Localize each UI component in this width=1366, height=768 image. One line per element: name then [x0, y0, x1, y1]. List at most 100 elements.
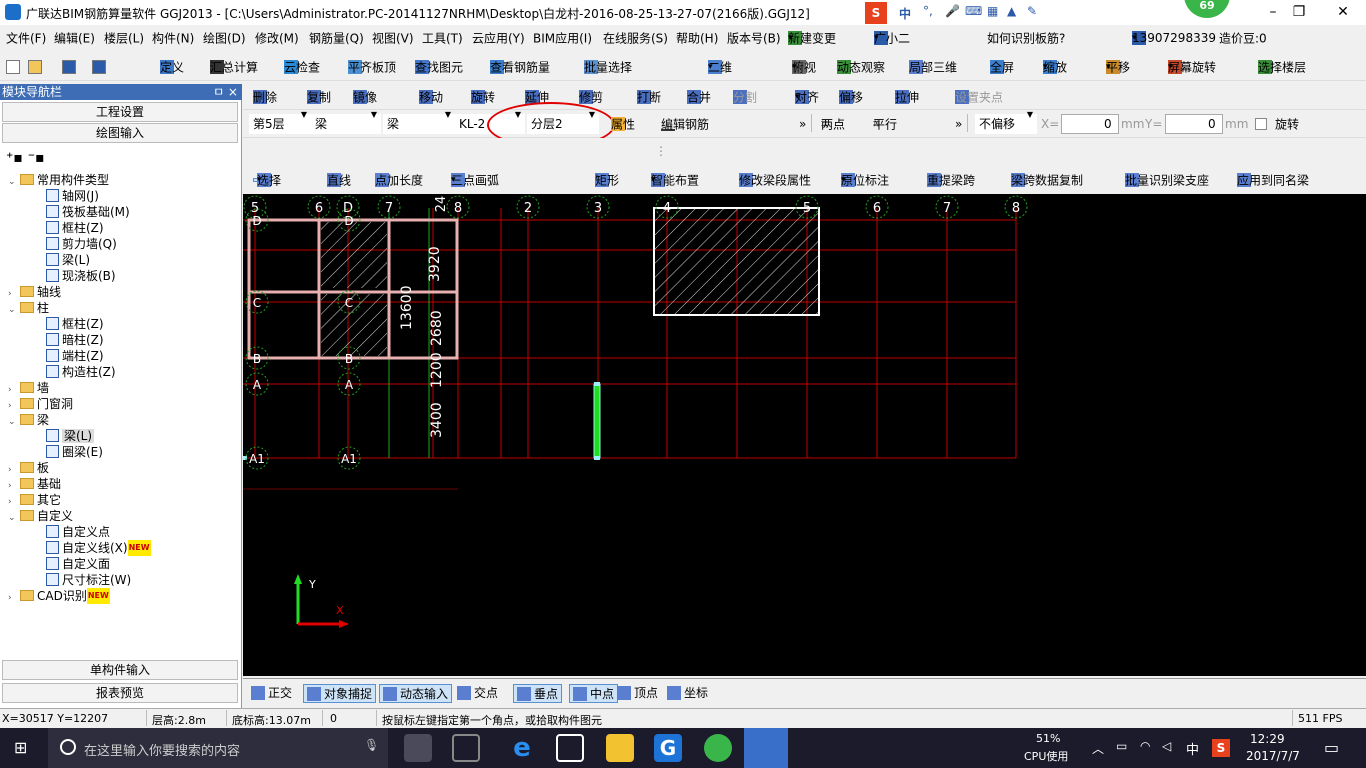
tree-node[interactable]: 框柱(Z) — [46, 316, 104, 332]
drawing-canvas[interactable]: 5 6 D 7 8 2 3 4 5 6 7 8 24 D D C C B B A A A1 A1 3920 13600 268… — [243, 194, 1366, 676]
tree-toggle-icon[interactable]: ⌄ — [8, 174, 20, 190]
type-select[interactable]: 梁 ▼ — [383, 110, 455, 134]
tool-cloud-check-label: 云检查 — [284, 60, 321, 74]
more-arrow-icon[interactable]: » — [799, 117, 806, 131]
expand-all-icon[interactable]: ⁺▪ ⁻▪ — [6, 150, 45, 166]
close-button[interactable]: ✕ — [1320, 0, 1366, 25]
sogou-icon[interactable]: S — [865, 2, 887, 24]
x-input[interactable]: 0 — [1061, 114, 1119, 134]
ime-toolbar[interactable]: S 中 °, 🎤 ⌨ ▦ ▲ ✎ — [865, 2, 1050, 24]
tree-node[interactable]: 圈梁(E) — [46, 444, 103, 460]
snap-object-snap-toggle[interactable]: 对象捕捉 — [303, 684, 377, 703]
slab-hatched-box[interactable] — [653, 207, 820, 316]
tree-node[interactable]: 筏板基础(M) — [46, 204, 130, 220]
clock-date[interactable]: 2017/7/7 — [1246, 749, 1300, 763]
wifi-icon[interactable]: ◠ — [1140, 739, 1150, 753]
beam-grip-top[interactable] — [594, 382, 600, 386]
tree-toggle-icon[interactable]: ⌄ — [8, 510, 20, 526]
tray-expand-icon[interactable]: ︿ — [1092, 740, 1104, 757]
volume-icon[interactable]: ◁ — [1162, 739, 1171, 753]
tree-node[interactable]: 自定义线(X)NEW — [46, 540, 151, 556]
rotate-checkbox[interactable] — [1255, 118, 1267, 130]
ime-lang[interactable]: 中 — [899, 5, 911, 22]
wrench-icon[interactable]: ✎ — [1027, 4, 1037, 18]
selected-beam[interactable] — [593, 383, 601, 459]
tree-node[interactable]: 端柱(Z) — [46, 348, 104, 364]
snap-perpendicular-toggle[interactable]: 垂点 — [513, 684, 563, 703]
punct-icon[interactable]: °, — [923, 4, 933, 18]
battery-icon[interactable]: ▭ — [1116, 739, 1127, 753]
tree-node-label: 自定义 — [37, 509, 74, 523]
sogou-tray-icon[interactable]: S — [1212, 739, 1230, 757]
tree-node[interactable]: 轴网(J) — [46, 188, 99, 204]
clock-time[interactable]: 12:29 — [1250, 732, 1285, 746]
app-icon-1[interactable] — [404, 734, 432, 762]
tree-node[interactable]: 尺寸标注(W) — [46, 572, 131, 588]
offset-select[interactable]: 不偏移 ▼ — [975, 110, 1037, 134]
mic-icon[interactable]: 🎤 — [945, 4, 960, 18]
save-icon[interactable] — [62, 59, 76, 74]
tree-node[interactable]: ⌄ 常用构件类型 — [8, 172, 109, 188]
edge-icon[interactable]: e — [508, 734, 536, 762]
cad-drawing[interactable]: 5 6 D 7 8 2 3 4 5 6 7 824 D DC CB BA AA1 A1 392013600 268… — [243, 194, 1366, 676]
tree-node[interactable]: › CAD识别NEW — [8, 588, 110, 604]
tree-node[interactable]: › 墙 — [8, 380, 49, 396]
y-input[interactable]: 0 — [1165, 114, 1223, 134]
active-app-icon[interactable] — [744, 728, 788, 768]
open-folder-icon[interactable] — [28, 59, 42, 74]
tree-node[interactable]: ⌄ 自定义 — [8, 508, 73, 524]
snap-intersection-toggle[interactable]: 交点 — [457, 684, 498, 701]
tree-node[interactable]: 暗柱(Z) — [46, 332, 104, 348]
explorer-icon[interactable] — [606, 734, 634, 762]
snap-coordinate-toggle[interactable]: 坐标 — [667, 684, 708, 701]
tree-node[interactable]: › 板 — [8, 460, 49, 476]
snap-midpoint-toggle[interactable]: 中点 — [569, 684, 619, 703]
single-input-button[interactable]: 单构件输入 — [2, 660, 238, 680]
snap-dynamic-input-toggle[interactable]: 动态输入 — [379, 684, 453, 703]
new-file-icon[interactable] — [6, 59, 20, 74]
draw-input-button[interactable]: 绘图输入 — [2, 123, 238, 143]
taskbar-search[interactable]: 在这里输入你要搜索的内容 🎙 — [48, 728, 388, 768]
tree-node[interactable]: 框柱(Z) — [46, 220, 104, 236]
project-settings-button[interactable]: 工程设置 — [2, 102, 238, 122]
category-select[interactable]: 梁 ▼ — [311, 110, 381, 134]
tree-toggle-icon[interactable]: ⌄ — [8, 414, 20, 430]
undo-icon[interactable] — [92, 59, 106, 74]
toolbox-icon[interactable]: ▦ — [987, 4, 998, 18]
app-icon-2[interactable] — [452, 734, 480, 762]
tree-node[interactable]: › 轴线 — [8, 284, 61, 300]
restore-button[interactable]: ❐ — [1276, 0, 1322, 25]
tree-toggle-icon[interactable]: › — [8, 590, 20, 606]
windows-start-icon[interactable]: ⊞ — [14, 740, 30, 756]
snap-ortho-toggle[interactable]: 正交 — [251, 684, 292, 701]
tree-node[interactable]: › 其它 — [8, 492, 61, 508]
shirt-icon[interactable]: ▲ — [1007, 4, 1016, 18]
tree-node[interactable]: 梁(L) — [46, 252, 90, 268]
floor-select[interactable]: 第5层 ▼ — [249, 110, 311, 134]
tree-node[interactable]: › 门窗洞 — [8, 396, 73, 412]
tree-node[interactable]: 剪力墙(Q) — [46, 236, 117, 252]
tree-toggle-icon[interactable]: ⌄ — [8, 302, 20, 318]
notification-icon[interactable]: ▭ — [1324, 738, 1339, 757]
tree-node[interactable]: ⌄ 柱 — [8, 300, 49, 316]
tree-node[interactable]: 梁(L) — [46, 428, 95, 444]
tree-node[interactable]: 自定义点 — [46, 524, 110, 540]
ime-indicator[interactable]: 中 — [1186, 739, 1199, 758]
tree-node[interactable]: 现浇板(B) — [46, 268, 116, 284]
dropdown-arrow-icon: ▾ — [788, 33, 793, 43]
tree-node[interactable]: ⌄ 梁 — [8, 412, 49, 428]
report-preview-button[interactable]: 报表预览 — [2, 683, 238, 703]
tree-node[interactable]: › 基础 — [8, 476, 61, 492]
more-arrow-icon-2[interactable]: » — [955, 117, 962, 131]
mic-icon[interactable]: 🎙 — [364, 738, 379, 752]
beam-grip-bottom[interactable] — [594, 456, 600, 460]
tree-node[interactable]: 自定义面 — [46, 556, 110, 572]
browser-icon[interactable] — [704, 734, 732, 762]
pin-icon[interactable]: ㅁ × — [213, 84, 238, 100]
store-icon[interactable] — [556, 734, 584, 762]
glodon-icon[interactable]: G — [654, 734, 682, 762]
draw-select-button[interactable]: 选择 ▾ — [253, 173, 281, 188]
tree-node[interactable]: 构造柱(Z) — [46, 364, 116, 380]
keyboard-icon[interactable]: ⌨ — [965, 4, 982, 18]
snap-vertex-toggle[interactable]: 顶点 — [617, 684, 658, 701]
